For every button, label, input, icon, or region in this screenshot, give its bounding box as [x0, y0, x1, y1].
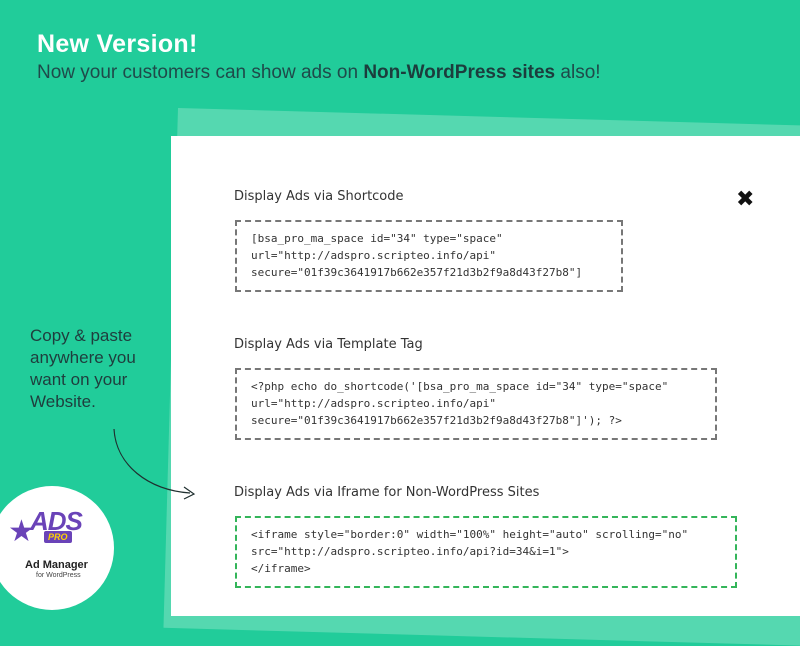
template-tag-box[interactable]: <?php echo do_shortcode('[bsa_pro_ma_spa… [235, 368, 717, 440]
logo-subtitle: for WordPress [36, 572, 81, 579]
shortcode-title: Display Ads via Shortcode [234, 189, 404, 204]
subheadline-suffix: also! [555, 62, 601, 83]
headline: New Version! [37, 30, 198, 58]
iframe-title: Display Ads via Iframe for Non-WordPress… [234, 485, 540, 500]
shortcode-box[interactable]: [bsa_pro_ma_space id="34" type="space" u… [235, 220, 623, 292]
ads-pro-logo: ★ ADS PRO Ad Manager for WordPress [0, 486, 114, 610]
template-tag-title: Display Ads via Template Tag [234, 337, 423, 352]
logo-name: Ad Manager [25, 559, 88, 571]
subheadline: Now your customers can show ads on Non-W… [37, 62, 601, 84]
close-icon[interactable]: ✖ [736, 188, 754, 210]
logo-badge: PRO [44, 531, 72, 543]
subheadline-bold: Non-WordPress sites [363, 62, 556, 83]
iframe-box[interactable]: <iframe style="border:0" width="100%" he… [235, 516, 737, 588]
curved-arrow-icon [113, 428, 196, 500]
copy-paste-tip: Copy & paste anywhere you want on your W… [30, 326, 136, 411]
subheadline-prefix: Now your customers can show ads on [37, 62, 364, 83]
